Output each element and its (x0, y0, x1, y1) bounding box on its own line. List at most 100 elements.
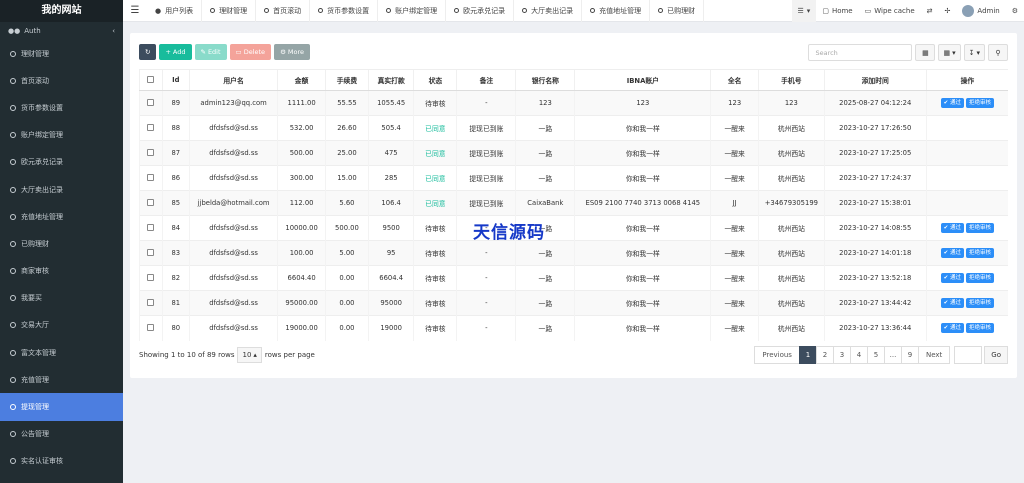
page-button[interactable]: 2 (815, 346, 834, 364)
home-button[interactable]: ▢ Home (816, 0, 858, 22)
page-button[interactable]: 9 (900, 346, 919, 364)
search-input[interactable]: Search (808, 44, 913, 61)
admin-menu[interactable]: Admin (956, 0, 1005, 22)
approve-button[interactable]: ✔ 通过 (940, 273, 965, 283)
add-button[interactable]: + Add (159, 44, 192, 60)
refresh-button[interactable]: ↻ (139, 44, 157, 60)
column-header: 备注 (456, 69, 516, 91)
top-tab[interactable]: 充值地址管理 (582, 0, 651, 22)
wipe-cache-button[interactable]: ▭ Wipe cache (859, 0, 921, 22)
column-header: 状态 (413, 69, 457, 91)
approve-button[interactable]: ✔ 通过 (940, 223, 965, 233)
top-tab[interactable]: 账户绑定管理 (378, 0, 447, 22)
row-checkbox[interactable] (147, 198, 155, 206)
go-button[interactable]: Go (984, 346, 1008, 364)
approve-button[interactable]: ✔ 通过 (940, 323, 965, 334)
table-row[interactable]: 83 dfdsfsd@sd.ss 100.00 5.00 95 待审核 - 一路 你和我一样 一醒… (139, 240, 1008, 266)
sidebar-item[interactable]: 大厅卖出记录 (0, 176, 123, 203)
page-jump-input[interactable] (954, 346, 983, 364)
page-button[interactable]: 1 (798, 346, 817, 364)
tab-label: 充值地址管理 (599, 6, 642, 15)
table-row[interactable]: 86 dfdsfsd@sd.ss 300.00 15.00 285 已同意 提现已到账 一路你… (139, 165, 1008, 191)
sidebar-item-label: 理财管理 (21, 49, 49, 58)
table-row[interactable]: 80 dfdsfsd@sd.ss 19000.00 0.00 19000 待审核 - 一路 你和… (139, 315, 1008, 341)
cell-real: 475 (367, 140, 414, 166)
approve-button[interactable]: ✔ 通过 (940, 248, 965, 258)
select-all-checkbox[interactable] (147, 75, 155, 83)
sidebar-item[interactable]: 货币参数设置 (0, 94, 123, 121)
top-tab[interactable]: 欧元承兑记录 (446, 0, 515, 22)
fullscreen-button[interactable]: ✢ (939, 0, 957, 22)
table-row[interactable]: 87 dfdsfsd@sd.ss 500.00 25.00 475 已同意 提现已到账 一路你… (139, 140, 1008, 166)
export-button[interactable]: ↧ ▾ (963, 44, 985, 61)
sidebar-item[interactable]: 公告管理 (0, 421, 123, 448)
row-checkbox[interactable] (147, 273, 155, 281)
table-row[interactable]: 89 admin123@qq.com 1111.00 55.55 1055.45 待审核 -… (139, 90, 1008, 116)
row-checkbox[interactable] (147, 248, 155, 256)
sidebar-item[interactable]: 欧元承兑记录 (0, 149, 123, 176)
sidebar-item[interactable]: 商家审核 (0, 258, 123, 285)
row-checkbox[interactable] (147, 98, 155, 106)
row-checkbox[interactable] (147, 298, 155, 306)
list-icon: ☰ (797, 6, 804, 15)
table-row[interactable]: 85 jjbelda@hotmail.com 112.00 5.60 106.4 已同意提… (139, 190, 1008, 216)
sidebar-item[interactable]: 富文本管理 (0, 339, 123, 366)
row-checkbox[interactable] (147, 148, 155, 156)
cell-fee: 26.60 (324, 115, 369, 141)
sidebar-item[interactable]: 首页滚动 (0, 67, 123, 94)
reject-button[interactable]: 拒绝审核 (966, 298, 995, 308)
row-select-cell (139, 190, 163, 216)
sidebar-item[interactable]: 理财管理 (0, 40, 123, 67)
page-button[interactable]: 3 (832, 346, 851, 364)
list-menu-button[interactable]: ☰ ▾ (791, 0, 817, 22)
sidebar-item[interactable]: 充值管理 (0, 366, 123, 393)
columns-button[interactable]: ▦ ▾ (938, 44, 961, 61)
sidebar-item[interactable]: 已购理财 (0, 230, 123, 257)
table-row[interactable]: 81 dfdsfsd@sd.ss 95000.00 0.00 95000 待审核 - 一路 你和… (139, 290, 1008, 316)
reject-button[interactable]: 拒绝审核 (966, 323, 995, 334)
table-row[interactable]: 84 dfdsfsd@sd.ss 10000.00 500.00 9500 待审核 - 一路你… (139, 215, 1008, 241)
settings-button[interactable]: ⚙ (1006, 0, 1024, 22)
top-tab[interactable]: 理财管理 (202, 0, 257, 22)
row-checkbox[interactable] (147, 173, 155, 181)
top-tab[interactable]: 已购理财 (650, 0, 705, 22)
top-tab[interactable]: 货币参数设置 (310, 0, 379, 22)
sidebar-item[interactable]: 提现管理 (0, 393, 123, 421)
reject-button[interactable]: 拒绝审核 (966, 98, 995, 108)
reject-button[interactable]: 拒绝审核 (966, 248, 995, 258)
table-row[interactable]: 82 dfdsfsd@sd.ss 6604.40 0.00 6604.4 待审核 - 一路 你和… (139, 265, 1008, 291)
search-toggle-button[interactable]: ⚲ (988, 44, 1008, 61)
sidebar-item[interactable]: 我要买 (0, 285, 123, 312)
reject-button[interactable]: 拒绝审核 (966, 273, 995, 283)
top-tab[interactable]: 首页滚动 (256, 0, 311, 22)
admin-label: Admin (977, 6, 1000, 15)
trash-icon: ▭ (864, 6, 872, 15)
row-checkbox[interactable] (147, 323, 155, 331)
reject-button[interactable]: 拒绝审核 (966, 223, 995, 233)
delete-label: Delete (243, 48, 266, 56)
sidebar-item[interactable]: 交易大厅 (0, 312, 123, 339)
sidebar-item[interactable]: 充值地址管理 (0, 203, 123, 230)
page-button[interactable]: 5 (866, 346, 885, 364)
next-page-button[interactable]: Next (917, 346, 951, 364)
menu-toggle-icon[interactable]: ☰ (123, 5, 147, 16)
sidebar-item[interactable]: 账户绑定管理 (0, 122, 123, 149)
edit-button[interactable]: ✎ Edit (194, 44, 227, 60)
table-row[interactable]: 88 dfdsfsd@sd.ss 532.00 26.60 505.4 已同意 提现已到账一… (139, 115, 1008, 141)
toggle-view-button[interactable]: ▦ (915, 44, 936, 61)
cell-actions (925, 165, 1008, 191)
page-size-select[interactable]: 10 ▴ (237, 347, 262, 363)
delete-button[interactable]: ▭ Delete (229, 44, 272, 60)
approve-button[interactable]: ✔ 通过 (940, 98, 965, 108)
top-tab[interactable]: 大厅卖出记录 (514, 0, 583, 22)
page-button[interactable]: 4 (849, 346, 868, 364)
previous-page-button[interactable]: Previous (754, 346, 800, 364)
tab-user-list[interactable]: ● 用户列表 (147, 0, 203, 22)
translate-button[interactable]: ⇄ (921, 0, 939, 22)
more-button[interactable]: ⚙ More (274, 44, 311, 60)
approve-button[interactable]: ✔ 通过 (940, 298, 965, 308)
sidebar-auth-group[interactable]: ●● Auth ‹ (0, 22, 123, 40)
row-checkbox[interactable] (147, 123, 155, 131)
sidebar-item[interactable]: 实名认证审核 (0, 448, 123, 475)
row-checkbox[interactable] (147, 223, 155, 231)
